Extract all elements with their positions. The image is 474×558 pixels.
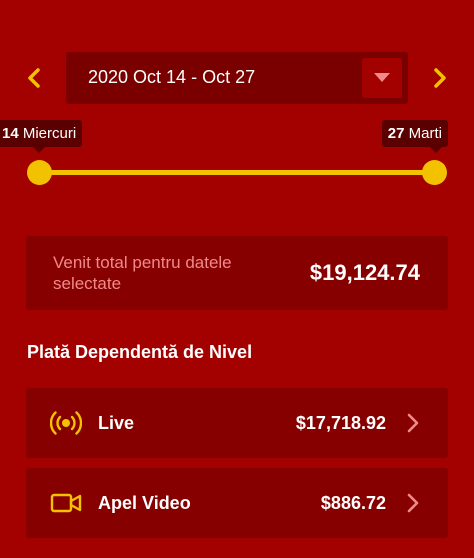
chevron-right-icon bbox=[407, 413, 419, 433]
payment-amount: $886.72 bbox=[320, 493, 386, 513]
total-income-value: $19,124.74 bbox=[309, 260, 420, 285]
total-income-label: Venit total pentru datele selectate bbox=[53, 253, 232, 293]
date-range-label: 2020 Oct 14 - Oct 27 bbox=[88, 67, 256, 87]
previous-range-button[interactable] bbox=[16, 60, 52, 96]
start-slider-handle[interactable] bbox=[27, 160, 52, 185]
date-range-slider: 14 Miercuri 27 Marti bbox=[0, 120, 474, 192]
end-date-tooltip: 27 Marti bbox=[381, 120, 448, 153]
date-range-selector: 2020 Oct 14 - Oct 27 bbox=[0, 52, 474, 104]
end-day: 27 bbox=[387, 125, 405, 142]
slider-track bbox=[40, 170, 434, 175]
start-weekday: Miercuri bbox=[22, 125, 77, 142]
payment-label: Apel Video bbox=[98, 493, 191, 513]
payment-amount: $17,718.92 bbox=[295, 413, 386, 433]
end-slider-handle[interactable] bbox=[422, 160, 447, 185]
next-range-button[interactable] bbox=[422, 60, 458, 96]
date-range-dropdown[interactable]: 2020 Oct 14 - Oct 27 bbox=[66, 52, 408, 104]
start-day: 14 bbox=[2, 125, 19, 142]
payment-row-live[interactable]: Live $17,718.92 bbox=[26, 388, 448, 458]
total-income-card: Venit total pentru datele selectate $19,… bbox=[26, 236, 448, 310]
live-broadcast-icon bbox=[50, 411, 82, 435]
chevron-left-icon bbox=[28, 68, 40, 88]
video-camera-icon bbox=[50, 493, 82, 513]
dropdown-toggle-button[interactable] bbox=[362, 58, 402, 98]
payment-label: Live bbox=[98, 413, 135, 433]
end-weekday: Marti bbox=[408, 125, 442, 142]
chevron-right-icon bbox=[407, 493, 419, 513]
start-date-tooltip: 14 Miercuri bbox=[0, 120, 83, 153]
chevron-right-icon bbox=[434, 68, 446, 88]
payment-row-video-call[interactable]: Apel Video $886.72 bbox=[26, 468, 448, 538]
section-title: Plată Dependentă de Nivel bbox=[27, 342, 253, 362]
triangle-down-icon bbox=[374, 73, 390, 82]
